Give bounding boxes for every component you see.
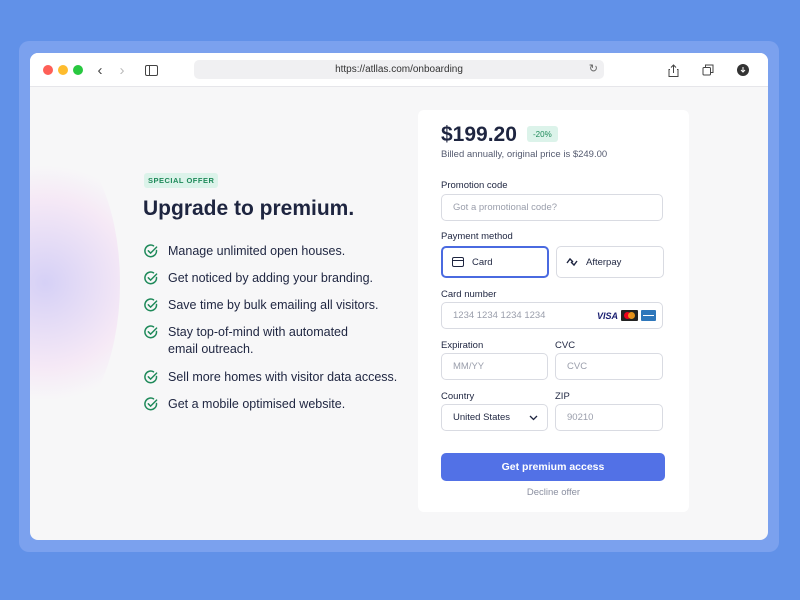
maximize-window-button[interactable] xyxy=(73,65,83,75)
page-title: Upgrade to premium. xyxy=(143,197,355,220)
decorative-glow xyxy=(30,133,120,433)
visa-icon: VISA xyxy=(596,310,618,321)
feature-text: Get noticed by adding your branding. xyxy=(168,271,373,285)
check-circle-icon xyxy=(144,370,158,384)
promo-code-input[interactable]: Got a promotional code? xyxy=(441,194,663,221)
feature-text: Get a mobile optimised website. xyxy=(168,397,346,411)
check-circle-icon xyxy=(144,271,158,285)
feature-item: Save time by bulk emailing all visitors. xyxy=(144,297,379,314)
download-icon[interactable] xyxy=(732,60,754,80)
billing-note: Billed annually, original price is $249.… xyxy=(441,149,608,160)
check-circle-icon xyxy=(144,325,158,339)
card-number-input[interactable]: 1234 1234 1234 1234 VISA xyxy=(441,302,663,329)
expiration-input[interactable]: MM/YY xyxy=(441,353,548,380)
reload-icon[interactable]: ↻ xyxy=(589,62,598,75)
payment-method-card[interactable]: Card xyxy=(441,246,549,278)
card-label: Card xyxy=(472,256,493,268)
discount-badge: -20% xyxy=(527,126,558,142)
back-icon[interactable]: ‹ xyxy=(89,60,111,80)
afterpay-icon xyxy=(566,257,578,267)
feature-item: Get a mobile optimised website. xyxy=(144,396,345,413)
address-bar[interactable]: https://atllas.com/onboarding ↻ xyxy=(194,60,604,79)
chevron-down-icon xyxy=(529,415,538,421)
feature-item: Sell more homes with visitor data access… xyxy=(144,369,397,386)
promo-placeholder: Got a promotional code? xyxy=(453,202,558,213)
country-select[interactable]: United States xyxy=(441,404,548,431)
feature-item: Manage unlimited open houses. xyxy=(144,243,345,260)
card-number-label: Card number xyxy=(441,289,497,300)
forward-icon[interactable]: › xyxy=(111,60,133,80)
browser-window: ‹ › https://atllas.com/onboarding ↻ SPECI… xyxy=(30,53,768,540)
feature-item: Get noticed by adding your branding. xyxy=(144,270,373,287)
cvc-input[interactable]: CVC xyxy=(555,353,663,380)
check-circle-icon xyxy=(144,298,158,312)
check-circle-icon xyxy=(144,397,158,411)
special-offer-badge: SPECIAL OFFER xyxy=(144,173,219,188)
feature-item: Stay top-of-mind with automated email ou… xyxy=(144,324,374,358)
payment-method-afterpay[interactable]: Afterpay xyxy=(556,246,664,278)
cvc-placeholder: CVC xyxy=(567,361,588,372)
tabs-icon[interactable] xyxy=(697,60,719,80)
zip-placeholder: 90210 xyxy=(567,412,594,423)
expiration-placeholder: MM/YY xyxy=(453,361,485,372)
mastercard-icon xyxy=(621,310,638,321)
check-circle-icon xyxy=(144,244,158,258)
cvc-label: CVC xyxy=(555,340,576,351)
zip-label: ZIP xyxy=(555,391,570,402)
sidebar-icon[interactable] xyxy=(140,60,162,80)
promo-label: Promotion code xyxy=(441,180,508,191)
zip-input[interactable]: 90210 xyxy=(555,404,663,431)
price: $199.20 xyxy=(441,123,517,146)
browser-toolbar: ‹ › https://atllas.com/onboarding ↻ xyxy=(30,53,768,87)
country-value: United States xyxy=(453,412,511,423)
feature-text: Save time by bulk emailing all visitors. xyxy=(168,298,379,312)
checkout-card: $199.20 -20% Billed annually, original p… xyxy=(418,110,689,512)
feature-text: Stay top-of-mind with automated email ou… xyxy=(168,325,348,356)
country-label: Country xyxy=(441,391,475,402)
card-number-placeholder: 1234 1234 1234 1234 xyxy=(453,310,546,321)
url-text: https://atllas.com/onboarding xyxy=(335,64,463,75)
decline-offer-link[interactable]: Decline offer xyxy=(418,487,689,498)
expiration-label: Expiration xyxy=(441,340,484,351)
credit-card-icon xyxy=(452,257,464,267)
feature-text: Sell more homes with visitor data access… xyxy=(168,370,398,384)
payment-method-label: Payment method xyxy=(441,231,513,242)
minimize-window-button[interactable] xyxy=(58,65,68,75)
afterpay-label: Afterpay xyxy=(586,256,622,268)
close-window-button[interactable] xyxy=(43,65,53,75)
amex-icon xyxy=(641,310,656,321)
share-icon[interactable] xyxy=(662,60,684,80)
get-premium-button[interactable]: Get premium access xyxy=(441,453,665,481)
feature-text: Manage unlimited open houses. xyxy=(168,244,346,258)
